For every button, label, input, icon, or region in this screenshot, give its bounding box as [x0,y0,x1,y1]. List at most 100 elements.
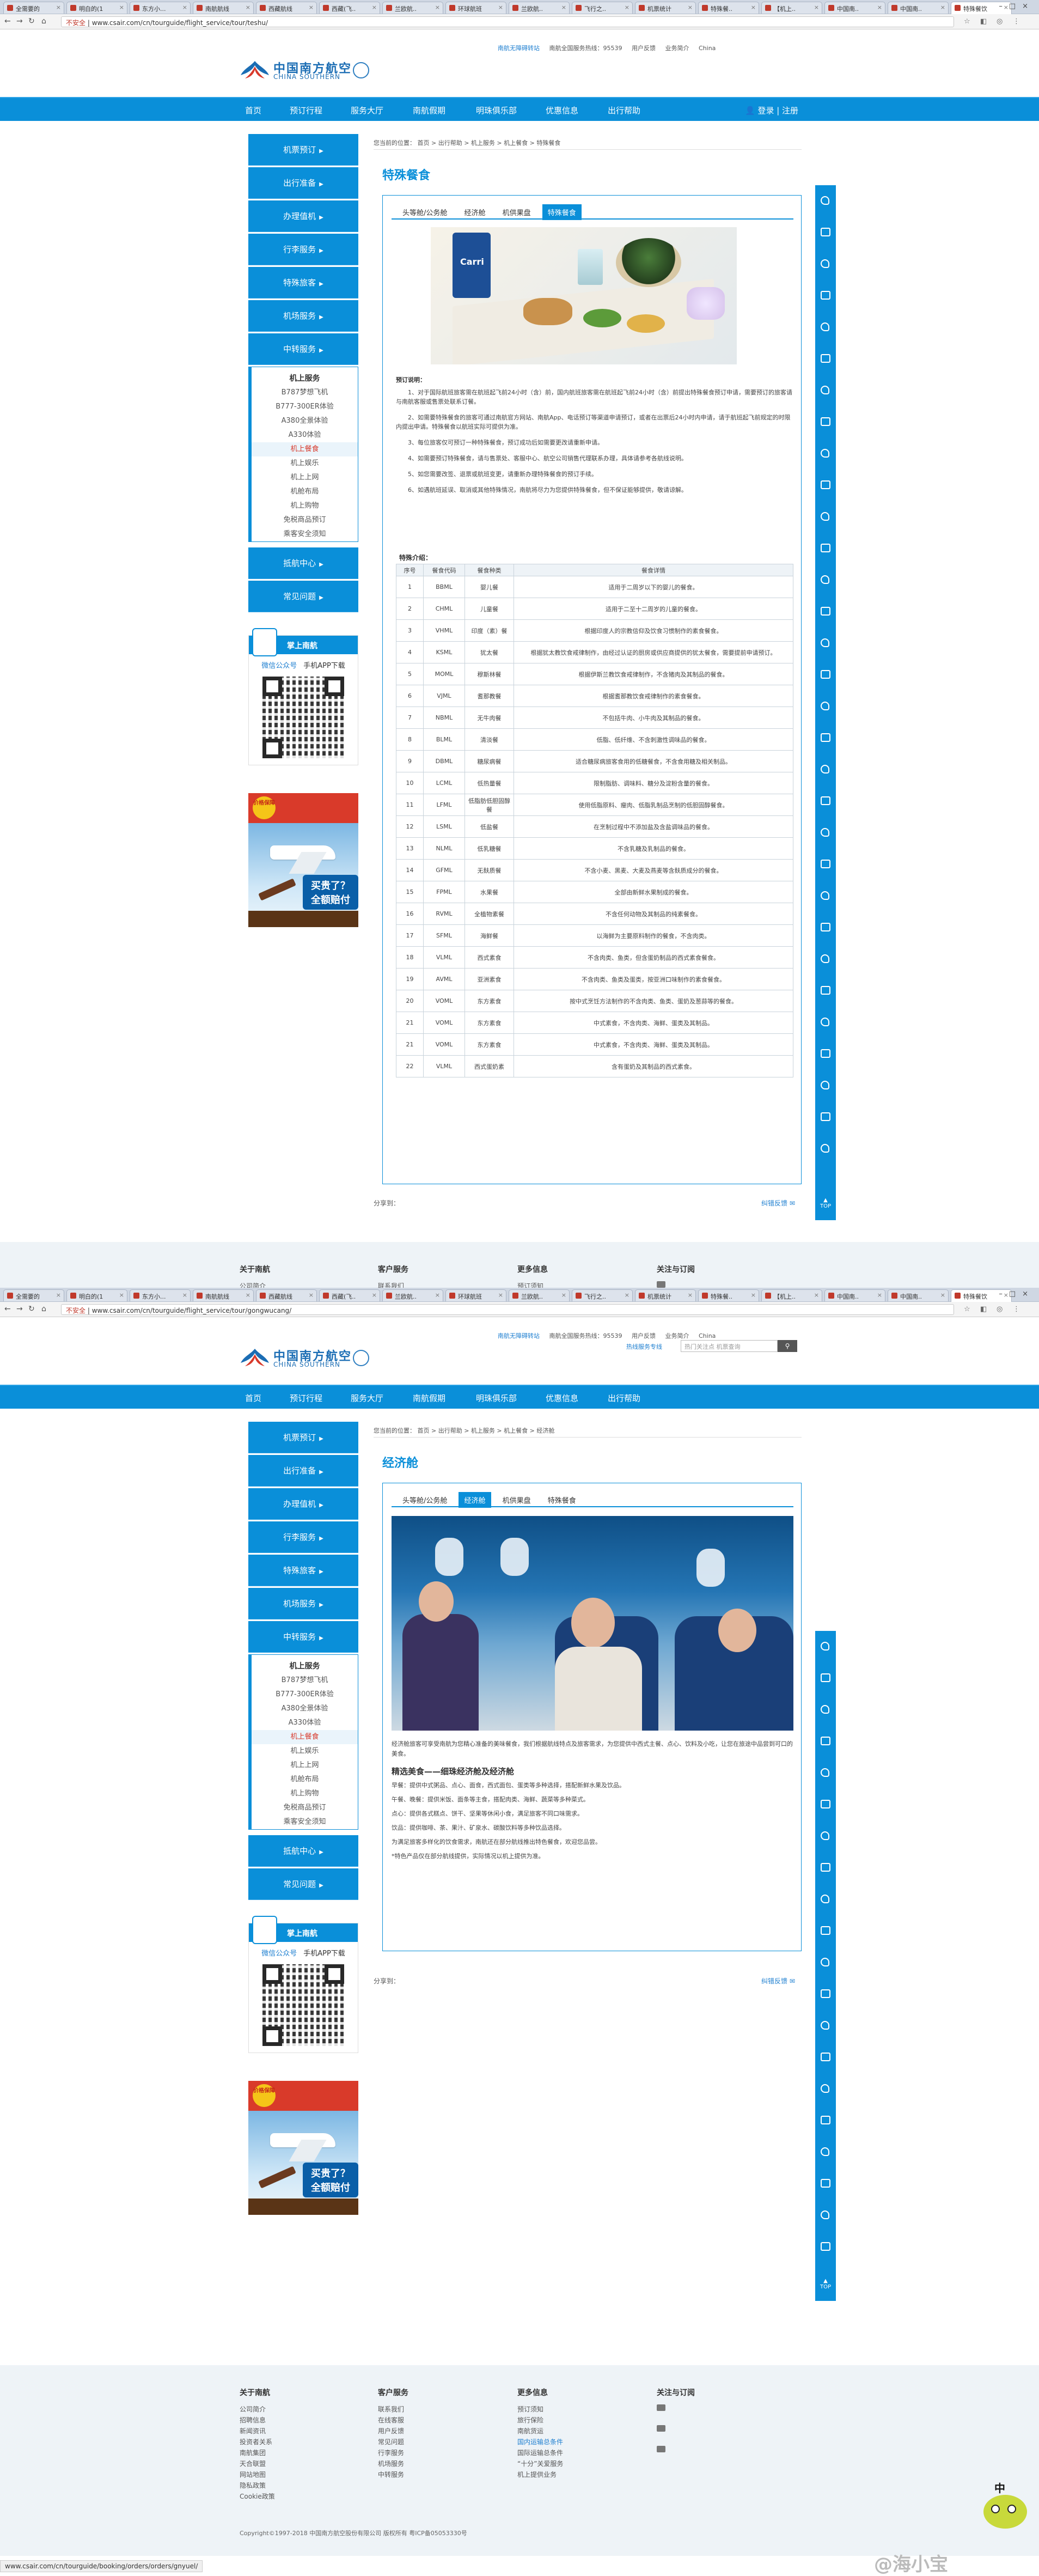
tab-close-icon[interactable]: × [940,1292,945,1299]
footer-link[interactable]: 隐私政策 [240,2481,349,2492]
upgrade-icon[interactable] [815,2049,836,2065]
nav-offers[interactable]: 优惠信息 [546,1392,578,1404]
chat-icon[interactable] [815,446,836,461]
forward-icon[interactable]: → [16,1305,23,1313]
tab-close-icon[interactable]: × [561,4,566,11]
submenu-item[interactable]: B777-300ER体验 [252,400,358,414]
submenu-item[interactable]: 机上餐食 [252,442,358,456]
baby-icon[interactable] [815,1765,836,1780]
sidebar-item[interactable]: 机票预订 ▶ [248,134,358,166]
footer-link[interactable]: 国际运输总条件 [517,2448,626,2459]
feedback-link[interactable]: 纠错反馈 ✉ [761,1198,795,1208]
footer-link[interactable]: 投资者关系 [240,2437,349,2448]
tab-close-icon[interactable]: × [435,4,440,11]
medical-icon[interactable] [815,414,836,429]
footer-link[interactable]: 旅行保险 [517,2415,626,2426]
phone-icon[interactable] [815,2239,836,2254]
sidebar-item[interactable]: 抵航中心 ▶ [248,547,358,579]
pet-icon[interactable] [815,351,836,366]
shop-icon[interactable] [815,698,836,714]
back-to-top-button[interactable]: ▲ TOP [815,2278,836,2290]
tab-close-icon[interactable]: × [688,1292,693,1299]
browser-tab[interactable]: 中国南.. × [824,1289,885,1301]
sidebar-item[interactable]: 抵航中心 ▶ [248,1835,358,1867]
ticket-icon[interactable] [815,477,836,492]
browser-tab[interactable]: 特殊餐.. × [698,2,759,14]
nav-help[interactable]: 出行帮助 [608,1392,640,1404]
url-field[interactable]: 不安全 | www.csair.com/cn/tourguide/flight_… [61,1304,954,1315]
browser-tab[interactable]: 【机上.. × [761,2,822,14]
footer-link[interactable]: 预订须知 [517,2404,626,2415]
nav-home[interactable]: 首页 [245,105,261,116]
browser-tab[interactable]: 环球航班 × [445,2,506,14]
top-link[interactable]: 南航全国服务热线：95539 [549,45,622,52]
tab-close-icon[interactable]: × [372,4,377,11]
submenu-item[interactable]: 免税商品预订 [252,513,358,527]
submenu-item[interactable]: 乘客安全须知 [252,1815,358,1829]
csair-logo[interactable]: 中国南方航空 CHINA SOUTHERN [240,1344,370,1372]
browser-tab[interactable]: 南航航线 × [193,2,254,14]
tab-economy[interactable]: 经济舱 [459,204,491,220]
search-button[interactable]: ⚲ [778,1340,797,1352]
upgrade-icon[interactable] [815,604,836,619]
browser-tab[interactable]: 西藏航线 × [256,2,317,14]
top-link[interactable]: 用户反馈 [632,1332,656,1339]
star-icon[interactable] [815,856,836,872]
tab-close-icon[interactable]: × [56,1292,61,1299]
sidebar-item[interactable]: 常见问题 ▶ [248,581,358,612]
phone-icon[interactable] [815,793,836,808]
bookmark-icon[interactable]: ☆ [964,17,970,26]
nav-help[interactable]: 出行帮助 [608,105,640,116]
footer-link[interactable]: 联系我们 [378,1281,487,1288]
transfer-icon[interactable] [815,1954,836,1970]
sidebar-item[interactable]: 行李服务 ▶ [248,1521,358,1553]
checkin-icon[interactable] [815,1670,836,1685]
luggage-icon[interactable] [815,256,836,271]
map-icon[interactable] [815,919,836,935]
wechat-tab[interactable]: 微信公众号 [261,662,297,670]
footer-link[interactable]: 在线客服 [378,2415,487,2426]
submenu-item[interactable]: 机上餐食 [252,1730,358,1744]
footer-link[interactable]: 新闻资讯 [240,2426,349,2437]
baby-icon[interactable] [815,319,836,334]
tab-close-icon[interactable]: × [56,4,61,11]
tab-close-icon[interactable]: × [119,4,124,11]
footer-link[interactable]: 国内运输总条件 [517,2437,626,2448]
card-icon[interactable] [815,730,836,745]
footer-link[interactable]: Cookie政策 [240,2492,349,2502]
home-icon[interactable]: ⌂ [41,17,46,26]
footer-link[interactable]: 机场服务 [378,2459,487,2470]
luggage-icon[interactable] [815,1702,836,1717]
info-icon[interactable] [815,2207,836,2222]
tab-close-icon[interactable]: × [877,4,882,11]
browser-tab[interactable]: 飞行之.. × [572,1289,633,1301]
browser-tab[interactable]: 东方小... × [130,2,191,14]
browser-tab[interactable]: 【机上.. × [761,1289,822,1301]
nav-pearl-club[interactable]: 明珠俱乐部 [476,1392,517,1404]
footer-link[interactable]: 常见问题 [378,2437,487,2448]
submenu-item[interactable]: 免税商品预订 [252,1801,358,1815]
top-link[interactable]: 用户反馈 [632,45,656,52]
browser-tab[interactable]: 明白的(1 × [66,1289,127,1301]
browser-tab[interactable]: 特殊餐.. × [698,1289,759,1301]
browser-tab[interactable]: 中国南.. × [824,2,885,14]
ticket-icon[interactable] [815,1923,836,1938]
menu-icon[interactable]: ⋮ [1013,1305,1020,1313]
tab-first-business[interactable]: 头等舱/公务舱 [397,1492,453,1508]
wechat-icon[interactable] [657,2404,665,2411]
mail-icon[interactable] [657,2446,665,2452]
wifi-icon[interactable] [815,667,836,682]
hotline-link[interactable]: 热线服务专线 [626,1342,662,1351]
nav-home[interactable]: 首页 [245,1392,261,1404]
nav-holiday[interactable]: 南航假期 [413,105,445,116]
tab-close-icon[interactable]: × [246,1292,250,1299]
nav-book[interactable]: 预订行程 [290,1392,322,1404]
pet-icon[interactable] [815,1796,836,1812]
sidebar-item[interactable]: 行李服务 ▶ [248,234,358,265]
user-icon[interactable] [815,1077,836,1093]
bag-icon[interactable] [815,1141,836,1156]
price-guarantee-ad[interactable]: 价格保障 买贵了？全额赔付 [248,793,358,927]
seat-icon[interactable] [815,2018,836,2033]
language-select[interactable]: China [699,1332,716,1339]
footer-link[interactable]: 南航货运 [517,2426,626,2437]
